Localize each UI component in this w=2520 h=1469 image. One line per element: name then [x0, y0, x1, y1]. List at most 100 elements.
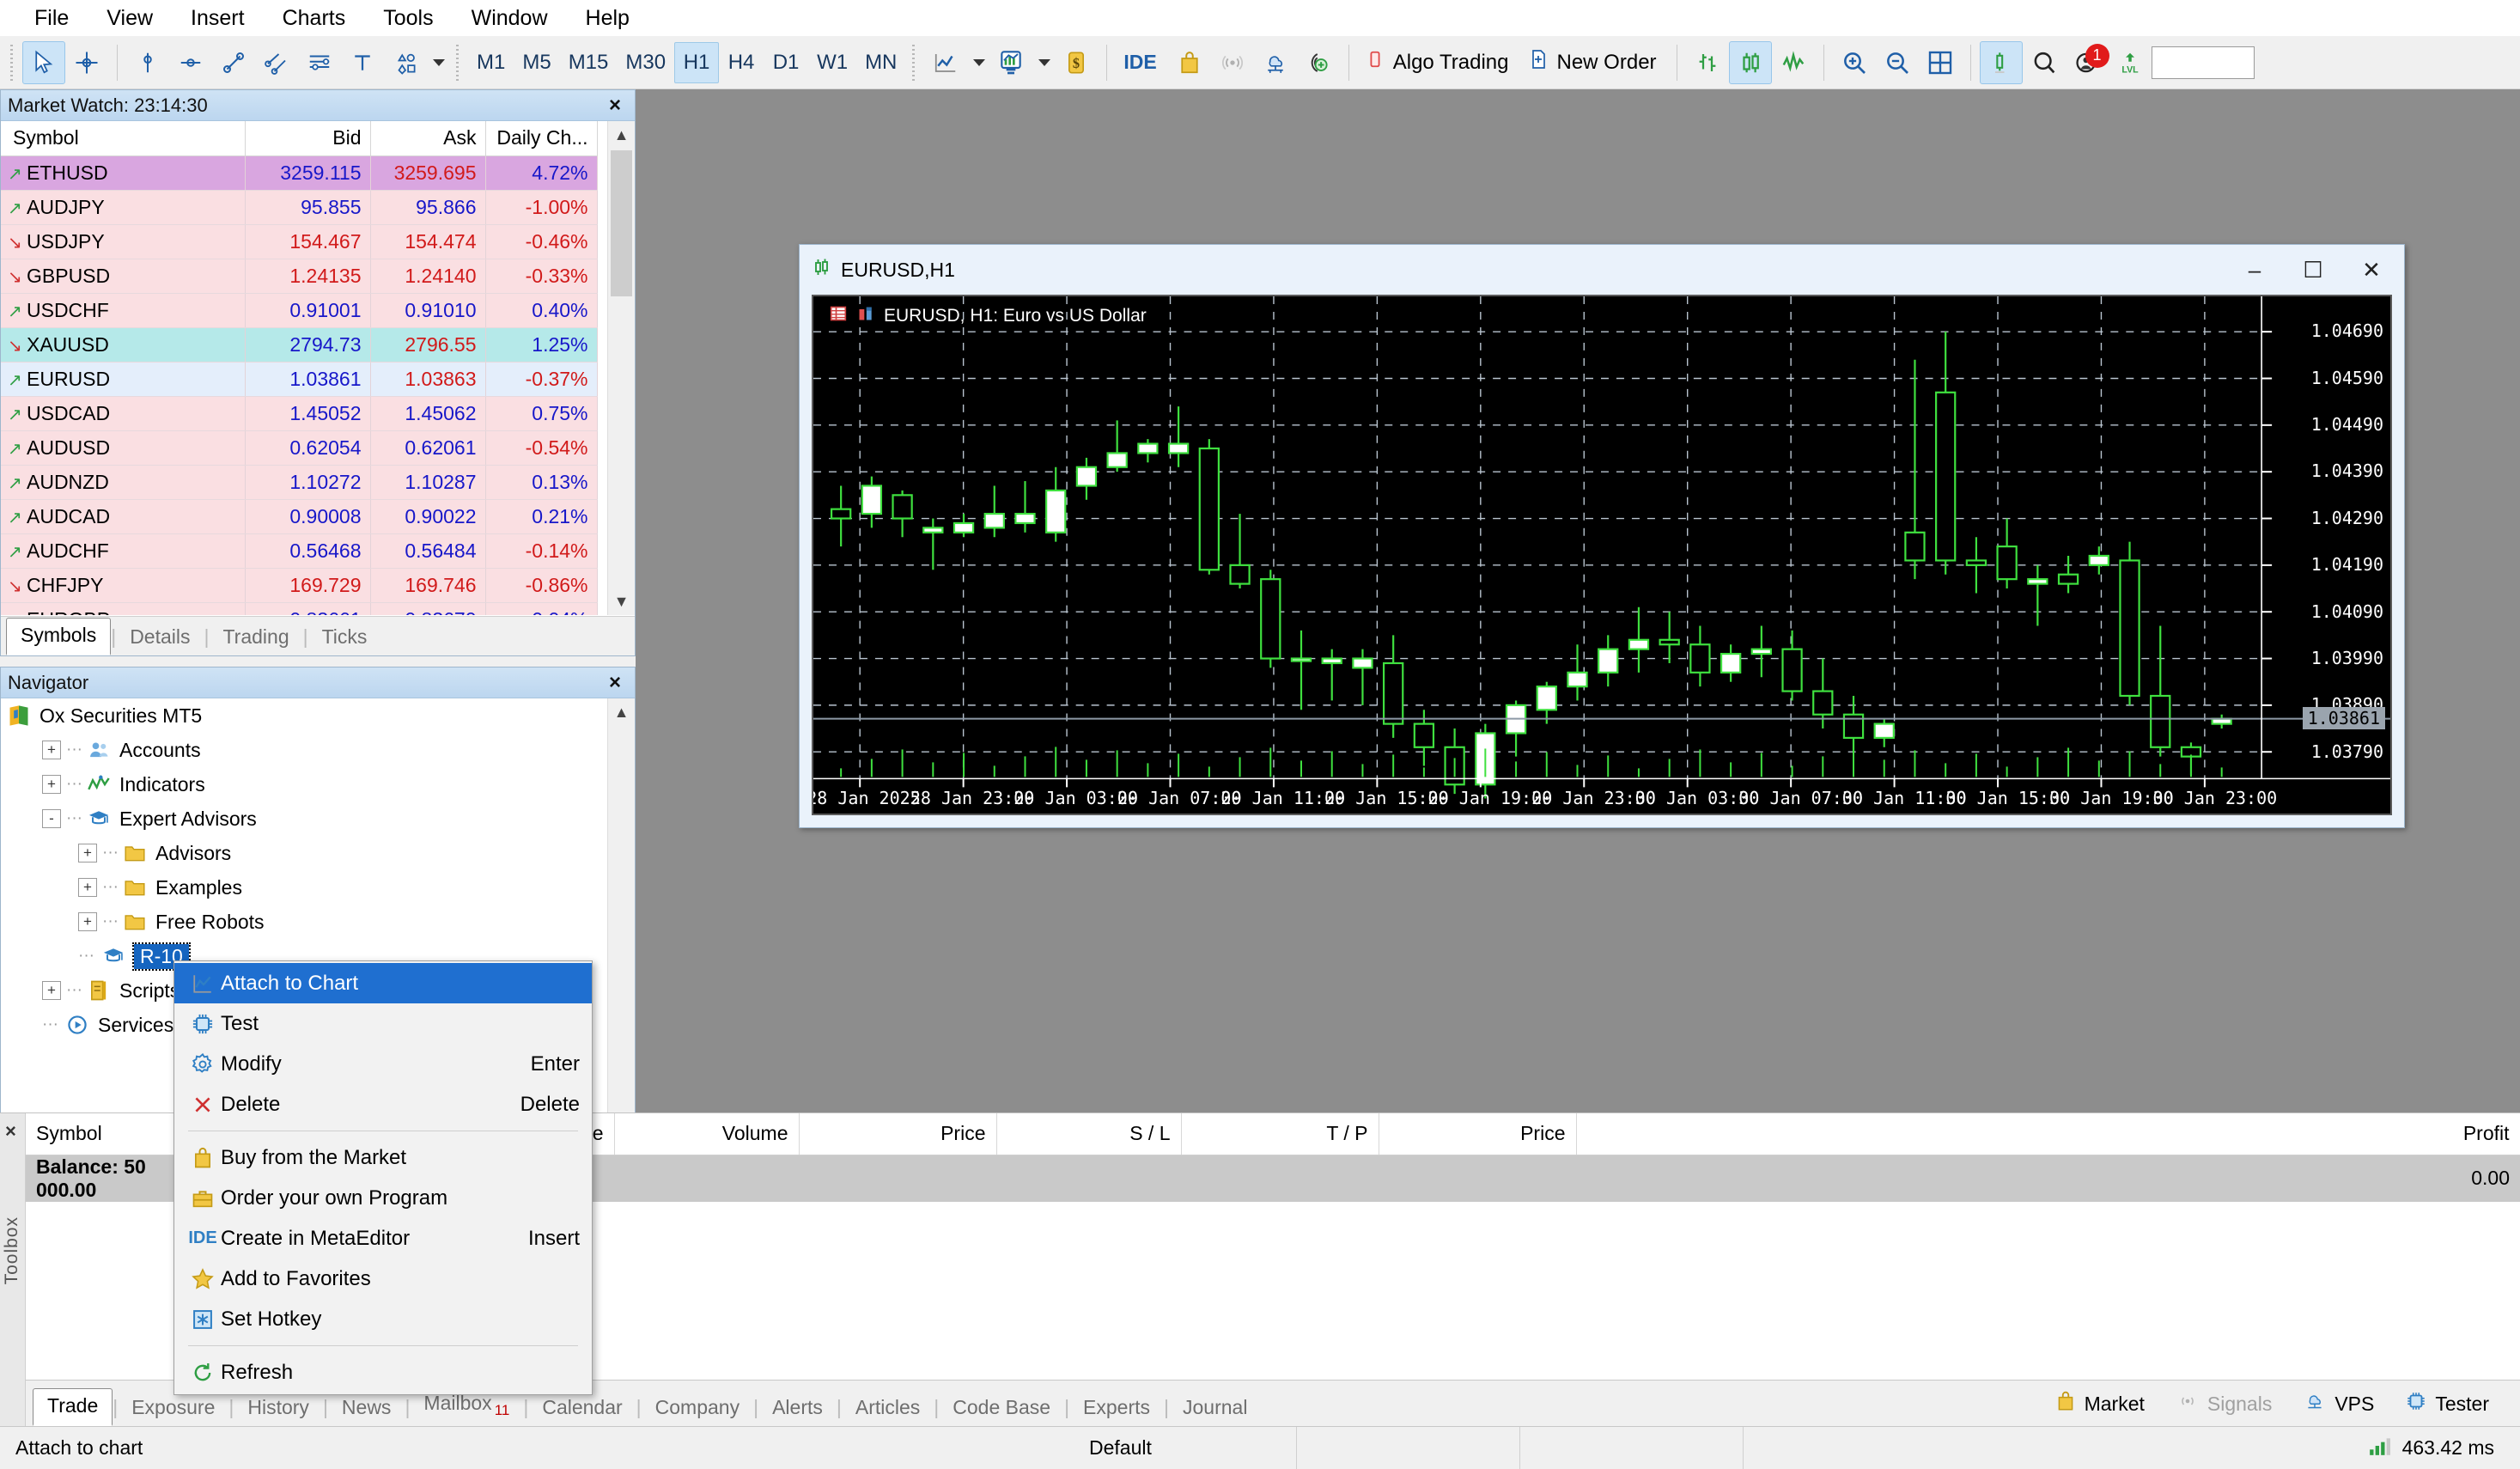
text-tool-button[interactable] [341, 41, 384, 84]
market-watch-col-symbol[interactable]: Symbol [1, 121, 246, 156]
navigator-node-advisors[interactable]: + ··· Advisors [1, 836, 607, 870]
tab-ticks[interactable]: Ticks [308, 620, 381, 655]
menu-item-help[interactable]: Help [567, 3, 648, 34]
market-watch-row[interactable]: ↗EURGBP0.836610.836700.04% [1, 602, 598, 615]
timeframe-button-h1[interactable]: H1 [674, 41, 720, 83]
menu-item-view[interactable]: View [88, 3, 172, 34]
scroll-down-icon[interactable]: ▼ [608, 588, 635, 615]
add-signal-button[interactable] [1297, 41, 1340, 84]
scroll-up-icon[interactable]: ▲ [608, 121, 635, 149]
timeframe-button-d1[interactable]: D1 [764, 42, 808, 83]
tree-expander[interactable]: + [42, 775, 61, 794]
status-link-market[interactable]: Market [2039, 1390, 2160, 1417]
navigator-node-ox-securities-mt5[interactable]: Ox Securities MT5 [1, 698, 607, 733]
tree-expander[interactable]: + [78, 912, 97, 931]
tab-history[interactable]: History [234, 1391, 323, 1426]
context-menu-item-test[interactable]: Test [174, 1003, 592, 1044]
timeframe-button-m30[interactable]: M30 [617, 42, 674, 83]
tab-company[interactable]: Company [642, 1391, 753, 1426]
trade-col-price[interactable]: Price [799, 1113, 997, 1155]
market-watch-col-dailych[interactable]: Daily Ch... [485, 121, 598, 156]
chart-type-line-button[interactable] [924, 41, 967, 84]
chart-shift-button[interactable] [1979, 40, 2023, 84]
candlestick-chart-button[interactable] [1728, 40, 1772, 84]
menu-item-insert[interactable]: Insert [172, 3, 264, 34]
context-menu-item-add-to-favorites[interactable]: Add to Favorites [174, 1259, 592, 1299]
tab-alerts[interactable]: Alerts [758, 1391, 837, 1426]
market-watch-row[interactable]: ↗ EURUSD 1.03861 1.03863 -0.37% [1, 362, 598, 397]
channel-tool-button[interactable] [255, 41, 298, 84]
market-watch-row[interactable]: ↗ ETHUSD 3259.115 3259.695 4.72% [1, 155, 598, 191]
market-watch-row[interactable]: ↗ AUDCHF 0.56468 0.56484 -0.14% [1, 533, 598, 569]
timeframe-button-h4[interactable]: H4 [719, 42, 764, 83]
chart-maximize-button[interactable]: ☐ [2284, 247, 2342, 293]
timeframe-button-m5[interactable]: M5 [514, 42, 559, 83]
tab-symbols[interactable]: Symbols [6, 618, 112, 655]
market-watch-close-icon[interactable]: × [604, 94, 626, 118]
tab-details[interactable]: Details [116, 620, 204, 655]
account-notifications-button[interactable]: 1 [2066, 41, 2109, 84]
bar-chart-button[interactable] [1686, 41, 1729, 84]
trade-col-sl[interactable]: S / L [996, 1113, 1182, 1155]
status-link-signals[interactable]: Signals [2160, 1391, 2287, 1417]
tree-expander[interactable]: + [42, 741, 61, 759]
cursor-tool-button[interactable] [22, 40, 65, 84]
status-link-vps[interactable]: VPS [2287, 1390, 2389, 1417]
horizontal-line-tool-button[interactable] [169, 41, 212, 84]
toolbar-grip-3[interactable] [910, 44, 920, 81]
toolbar-grip-2[interactable] [454, 44, 463, 81]
tree-expander[interactable]: + [42, 981, 61, 1000]
menu-item-file[interactable]: File [15, 3, 88, 34]
market-watch-col-ask[interactable]: Ask [370, 121, 486, 156]
indicators-dropdown-button[interactable] [1032, 41, 1055, 84]
market-watch-row[interactable]: ↘ USDJPY 154.467 154.474 -0.46% [1, 224, 598, 259]
tab-experts[interactable]: Experts [1069, 1391, 1164, 1426]
navigator-node-accounts[interactable]: + ··· Accounts [1, 733, 607, 767]
zoom-in-button[interactable] [1833, 41, 1876, 84]
market-watch-row[interactable]: ↗ AUDNZD 1.10272 1.10287 0.13% [1, 465, 598, 500]
menu-item-tools[interactable]: Tools [364, 3, 452, 34]
chart-minimize-button[interactable]: – [2225, 247, 2284, 293]
toolbox-close-icon[interactable]: × [5, 1120, 16, 1143]
market-watch-row[interactable]: ↘ GBPUSD 1.24135 1.24140 -0.33% [1, 259, 598, 294]
level-input-box[interactable] [2151, 46, 2255, 79]
navigator-node-expert-advisors[interactable]: - ··· Expert Advisors [1, 802, 607, 836]
navigator-scrollbar[interactable]: ▲ [607, 698, 635, 1137]
line-chart-button[interactable] [1772, 41, 1815, 84]
menu-item-charts[interactable]: Charts [264, 3, 365, 34]
navigator-node-free-robots[interactable]: + ··· Free Robots [1, 905, 607, 939]
chart-window-titlebar[interactable]: EURUSD,H1 – ☐ ✕ [800, 245, 2404, 295]
market-button[interactable] [1168, 41, 1211, 84]
tab-calendar[interactable]: Calendar [528, 1391, 636, 1426]
market-watch-row[interactable]: ↗ AUDCAD 0.90008 0.90022 0.21% [1, 499, 598, 534]
tab-news[interactable]: News [328, 1391, 405, 1426]
trade-col-price[interactable]: Price [1379, 1113, 1577, 1155]
metaeditor-button[interactable]: IDE [1116, 41, 1167, 84]
context-menu-item-set-hotkey[interactable]: Set Hotkey [174, 1299, 592, 1339]
trade-col-volume[interactable]: Volume [614, 1113, 800, 1155]
one-click-trading-button[interactable]: $ [1055, 41, 1098, 84]
vertical-line-tool-button[interactable] [126, 41, 169, 84]
shapes-tool-button[interactable] [384, 41, 427, 84]
market-watch-row[interactable]: ↗ AUDJPY 95.855 95.866 -1.00% [1, 190, 598, 225]
scroll-up-icon[interactable]: ▲ [608, 698, 635, 726]
status-link-tester[interactable]: Tester [2389, 1390, 2505, 1417]
new-order-button[interactable]: New Order [1520, 41, 1668, 84]
zoom-out-button[interactable] [1876, 41, 1919, 84]
tab-exposure[interactable]: Exposure [118, 1391, 228, 1426]
market-watch-col-bid[interactable]: Bid [245, 121, 371, 156]
search-button[interactable] [2023, 41, 2066, 84]
navigator-node-indicators[interactable]: + ··· Indicators [1, 767, 607, 802]
context-menu-item-modify[interactable]: Modify Enter [174, 1044, 592, 1084]
scrollbar-thumb[interactable] [611, 150, 632, 296]
market-watch-row[interactable]: ↘ XAUUSD 2794.73 2796.55 1.25% [1, 327, 598, 363]
tab-journal[interactable]: Journal [1169, 1391, 1261, 1426]
navigator-node-examples[interactable]: + ··· Examples [1, 870, 607, 905]
shapes-dropdown-button[interactable] [427, 41, 449, 84]
context-menu-item-buy-from-the-market[interactable]: Buy from the Market [174, 1137, 592, 1178]
trade-col-symbol[interactable]: Symbol [26, 1113, 194, 1155]
tab-trading[interactable]: Trading [209, 620, 302, 655]
signals-button[interactable] [1211, 41, 1254, 84]
toolbar-grip[interactable] [9, 44, 17, 81]
chart-close-button[interactable]: ✕ [2342, 247, 2401, 293]
